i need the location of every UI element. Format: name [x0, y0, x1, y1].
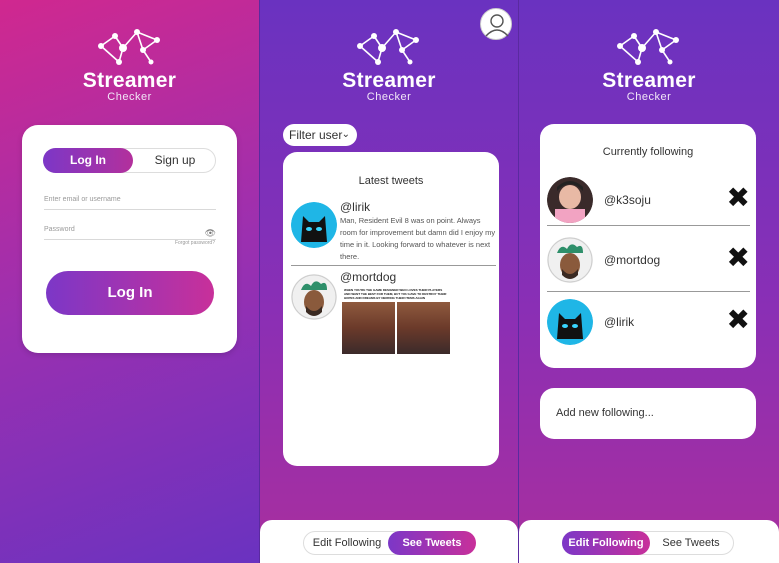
- app-logo: Streamer Checker: [60, 28, 200, 103]
- chevron-down-icon: ⌄: [341, 129, 350, 140]
- see-tweets-button[interactable]: See Tweets: [388, 531, 476, 555]
- remove-following-icon[interactable]: ✖: [727, 184, 750, 212]
- following-row: @k3soju ✖: [547, 174, 750, 226]
- avatar: [291, 202, 337, 248]
- avatar: [547, 299, 593, 345]
- brand-subtitle: Checker: [366, 91, 412, 103]
- following-screen: Streamer Checker Currently following @k3…: [519, 0, 779, 563]
- forgot-password-link[interactable]: Forgot password?: [175, 240, 215, 246]
- brand-name: Streamer: [342, 69, 436, 92]
- tweets-card: Latest tweets @lirik Man, Resident Evil …: [283, 152, 499, 466]
- eye-icon[interactable]: 👁: [205, 228, 216, 239]
- tweets-screen: Streamer Checker Filter user ⌄ Latest tw…: [260, 0, 518, 563]
- filter-user-dropdown[interactable]: Filter user ⌄: [283, 124, 357, 146]
- following-row: @lirik ✖: [547, 296, 750, 348]
- tab-login[interactable]: Log In: [43, 148, 133, 173]
- password-placeholder: Password: [44, 226, 75, 233]
- network-logo-icon: [357, 29, 419, 65]
- avatar: [547, 177, 593, 223]
- tweet-handle[interactable]: @mortdog: [340, 270, 396, 284]
- email-field[interactable]: Enter email or username: [44, 196, 216, 210]
- see-tweets-button[interactable]: See Tweets: [647, 531, 735, 555]
- bottom-nav: Edit Following See Tweets: [260, 520, 518, 563]
- add-following-button[interactable]: Add new following...: [540, 388, 756, 439]
- following-handle[interactable]: @lirik: [604, 315, 634, 329]
- brand-name: Streamer: [82, 69, 177, 92]
- remove-following-icon[interactable]: ✖: [727, 244, 750, 272]
- password-field[interactable]: Password 👁: [44, 226, 216, 240]
- following-row: @mortdog ✖: [547, 234, 750, 292]
- tweet-text: Man, Resident Evil 8 was on point. Alway…: [340, 216, 496, 261]
- view-toggle: Edit Following See Tweets: [303, 531, 476, 555]
- tweet-item: @lirik Man, Resident Evil 8 was on point…: [291, 200, 496, 266]
- edit-following-button[interactable]: Edit Following: [562, 531, 650, 555]
- following-handle[interactable]: @k3soju: [604, 193, 651, 207]
- tab-signup[interactable]: Sign up: [130, 148, 220, 173]
- following-title: Currently following: [602, 146, 694, 158]
- meme-frame: [397, 302, 450, 354]
- brand-subtitle: Checker: [626, 91, 672, 103]
- avatar: [547, 237, 593, 283]
- profile-icon[interactable]: [480, 8, 512, 40]
- network-logo-icon: [617, 29, 679, 65]
- remove-following-icon[interactable]: ✖: [727, 306, 750, 334]
- network-logo-icon: [97, 29, 160, 65]
- brand-name: Streamer: [602, 69, 696, 92]
- meme-frame: [342, 302, 395, 354]
- tweets-title: Latest tweets: [358, 175, 424, 187]
- tweet-handle[interactable]: @lirik: [340, 200, 370, 214]
- avatar: [291, 274, 337, 320]
- app-logo: Streamer Checker: [579, 28, 719, 103]
- login-screen: Streamer Checker Log In Sign up Enter em…: [0, 0, 259, 563]
- app-logo: Streamer Checker: [319, 28, 459, 103]
- login-button[interactable]: Log In: [46, 271, 214, 315]
- filter-label: Filter user: [289, 128, 343, 142]
- edit-following-button[interactable]: Edit Following: [303, 531, 391, 555]
- following-card: Currently following @k3soju ✖ @mortdog ✖…: [540, 124, 756, 368]
- bottom-nav: Edit Following See Tweets: [519, 520, 779, 563]
- tweet-image[interactable]: WHEN YOU'RE THE GAME DESIGNER WHO LOVES …: [342, 288, 450, 356]
- email-placeholder: Enter email or username: [44, 196, 121, 203]
- brand-subtitle: Checker: [107, 91, 152, 103]
- view-toggle: Edit Following See Tweets: [562, 531, 734, 555]
- login-card: Log In Sign up Enter email or username P…: [22, 125, 237, 353]
- auth-mode-toggle: Log In Sign up: [43, 148, 216, 173]
- following-handle[interactable]: @mortdog: [604, 253, 660, 267]
- meme-caption: WHEN YOU'RE THE GAME DESIGNER WHO LOVES …: [344, 288, 447, 300]
